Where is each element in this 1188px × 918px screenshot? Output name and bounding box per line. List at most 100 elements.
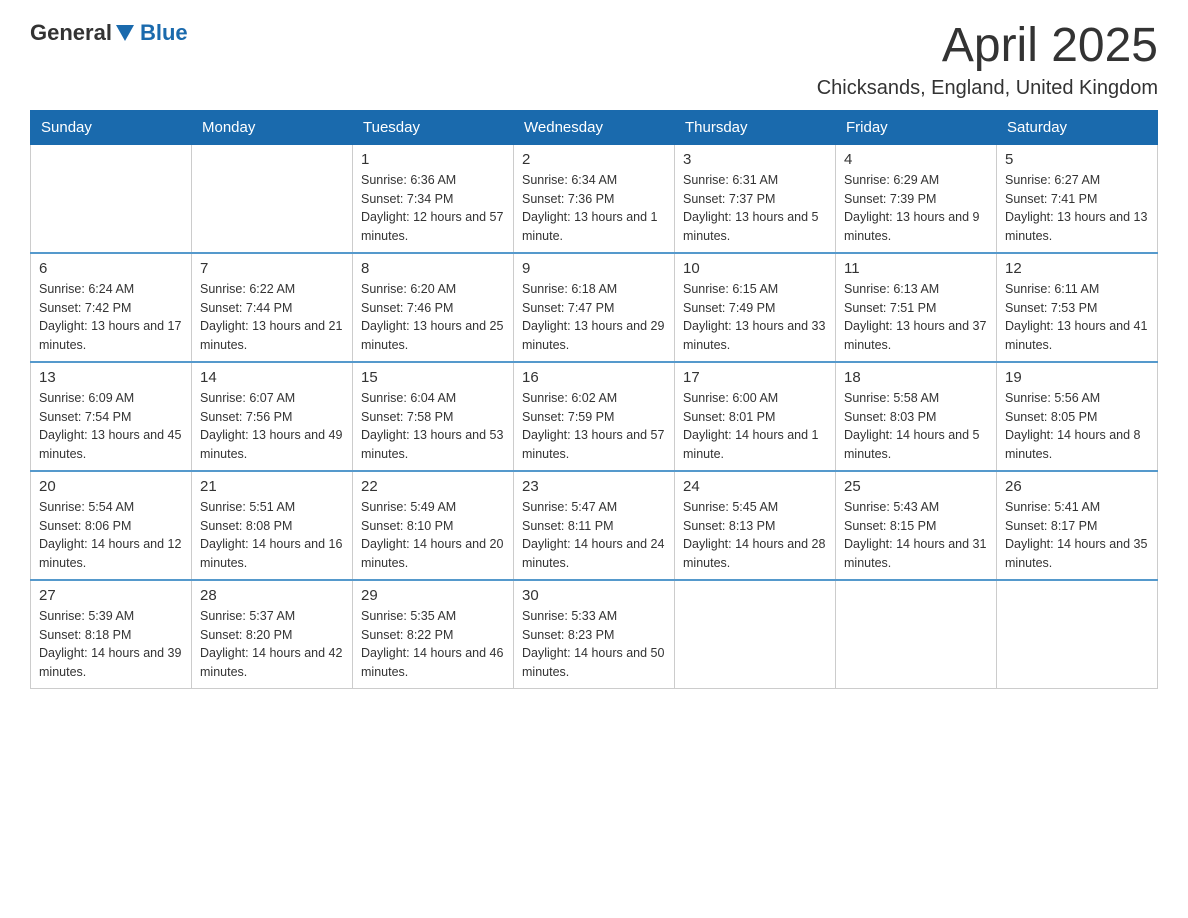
calendar-cell: 16 Sunrise: 6:02 AMSunset: 7:59 PMDayligh… <box>514 362 675 471</box>
calendar-cell: 4Sunrise: 6:29 AMSunset: 7:39 PMDaylight… <box>836 144 997 253</box>
day-number: 27 <box>39 587 183 604</box>
day-detail: Sunrise: 6:15 AMSunset: 7:49 PMDaylight:… <box>683 280 827 355</box>
day-detail: Sunrise: 6:31 AMSunset: 7:37 PMDaylight:… <box>683 171 827 246</box>
calendar-cell: 2 Sunrise: 6:34 AMSunset: 7:36 PMDaylight… <box>514 144 675 253</box>
day-detail: Sunrise: 5:41 AMSunset: 8:17 PMDaylight:… <box>1005 498 1149 573</box>
calendar-cell: 27 Sunrise: 5:39 AMSunset: 8:18 PMDayligh… <box>31 580 192 689</box>
calendar-cell: 26 Sunrise: 5:41 AMSunset: 8:17 PMDayligh… <box>997 471 1158 580</box>
calendar-cell <box>192 144 353 253</box>
day-number: 28 <box>200 587 344 604</box>
day-detail: Sunrise: 6:00 AMSunset: 8:01 PMDaylight:… <box>683 389 827 464</box>
day-detail: Sunrise: 6:34 AMSunset: 7:36 PMDaylight:… <box>522 171 666 246</box>
day-number: 26 <box>1005 478 1149 495</box>
calendar-cell: 20 Sunrise: 5:54 AMSunset: 8:06 PMDayligh… <box>31 471 192 580</box>
logo: General Blue <box>30 20 188 46</box>
calendar-cell: 17 Sunrise: 6:00 AMSunset: 8:01 PMDayligh… <box>675 362 836 471</box>
day-detail: Sunrise: 6:22 AMSunset: 7:44 PMDaylight:… <box>200 280 344 355</box>
day-number: 18 <box>844 369 988 386</box>
day-number: 17 <box>683 369 827 386</box>
calendar-cell: 8 Sunrise: 6:20 AMSunset: 7:46 PMDaylight… <box>353 253 514 362</box>
calendar-cell: 24Sunrise: 5:45 AMSunset: 8:13 PMDayligh… <box>675 471 836 580</box>
day-detail: Sunrise: 6:02 AMSunset: 7:59 PMDaylight:… <box>522 389 666 464</box>
calendar-header-row: SundayMondayTuesdayWednesdayThursdayFrid… <box>31 110 1158 144</box>
calendar-cell: 5Sunrise: 6:27 AMSunset: 7:41 PMDaylight… <box>997 144 1158 253</box>
calendar-cell: 14 Sunrise: 6:07 AMSunset: 7:56 PMDayligh… <box>192 362 353 471</box>
day-detail: Sunrise: 6:09 AMSunset: 7:54 PMDaylight:… <box>39 389 183 464</box>
calendar-cell: 25 Sunrise: 5:43 AMSunset: 8:15 PMDayligh… <box>836 471 997 580</box>
calendar-cell: 15Sunrise: 6:04 AMSunset: 7:58 PMDayligh… <box>353 362 514 471</box>
calendar-cell: 29Sunrise: 5:35 AMSunset: 8:22 PMDayligh… <box>353 580 514 689</box>
calendar-cell: 19Sunrise: 5:56 AMSunset: 8:05 PMDayligh… <box>997 362 1158 471</box>
day-detail: Sunrise: 5:47 AMSunset: 8:11 PMDaylight:… <box>522 498 666 573</box>
calendar-table: SundayMondayTuesdayWednesdayThursdayFrid… <box>30 110 1158 689</box>
calendar-cell: 28 Sunrise: 5:37 AMSunset: 8:20 PMDayligh… <box>192 580 353 689</box>
day-detail: Sunrise: 6:27 AMSunset: 7:41 PMDaylight:… <box>1005 171 1149 246</box>
calendar-cell: 10 Sunrise: 6:15 AMSunset: 7:49 PMDayligh… <box>675 253 836 362</box>
day-number: 1 <box>361 151 505 168</box>
day-number: 22 <box>361 478 505 495</box>
day-number: 4 <box>844 151 988 168</box>
day-number: 16 <box>522 369 666 386</box>
day-detail: Sunrise: 5:33 AMSunset: 8:23 PMDaylight:… <box>522 607 666 682</box>
day-number: 2 <box>522 151 666 168</box>
day-detail: Sunrise: 6:24 AMSunset: 7:42 PMDaylight:… <box>39 280 183 355</box>
weekday-header: Saturday <box>997 110 1158 144</box>
calendar-cell: 30Sunrise: 5:33 AMSunset: 8:23 PMDayligh… <box>514 580 675 689</box>
calendar-cell: 12 Sunrise: 6:11 AMSunset: 7:53 PMDayligh… <box>997 253 1158 362</box>
logo-blue-text: Blue <box>140 20 188 46</box>
day-detail: Sunrise: 5:35 AMSunset: 8:22 PMDaylight:… <box>361 607 505 682</box>
calendar-cell <box>31 144 192 253</box>
day-detail: Sunrise: 6:20 AMSunset: 7:46 PMDaylight:… <box>361 280 505 355</box>
page-header: General Blue April 2025 Chicksands, Engl… <box>30 20 1158 100</box>
day-detail: Sunrise: 5:56 AMSunset: 8:05 PMDaylight:… <box>1005 389 1149 464</box>
day-detail: Sunrise: 5:37 AMSunset: 8:20 PMDaylight:… <box>200 607 344 682</box>
day-detail: Sunrise: 5:54 AMSunset: 8:06 PMDaylight:… <box>39 498 183 573</box>
weekday-header: Thursday <box>675 110 836 144</box>
day-number: 9 <box>522 260 666 277</box>
weekday-header: Wednesday <box>514 110 675 144</box>
calendar-cell: 3 Sunrise: 6:31 AMSunset: 7:37 PMDaylight… <box>675 144 836 253</box>
day-number: 23 <box>522 478 666 495</box>
day-detail: Sunrise: 6:11 AMSunset: 7:53 PMDaylight:… <box>1005 280 1149 355</box>
day-detail: Sunrise: 5:39 AMSunset: 8:18 PMDaylight:… <box>39 607 183 682</box>
day-number: 14 <box>200 369 344 386</box>
day-number: 8 <box>361 260 505 277</box>
day-number: 21 <box>200 478 344 495</box>
calendar-cell: 9Sunrise: 6:18 AMSunset: 7:47 PMDaylight… <box>514 253 675 362</box>
day-number: 10 <box>683 260 827 277</box>
logo-general-text: General <box>30 20 112 46</box>
day-detail: Sunrise: 5:43 AMSunset: 8:15 PMDaylight:… <box>844 498 988 573</box>
month-title: April 2025 <box>817 20 1158 73</box>
calendar-cell: 7 Sunrise: 6:22 AMSunset: 7:44 PMDaylight… <box>192 253 353 362</box>
weekday-header: Tuesday <box>353 110 514 144</box>
day-number: 15 <box>361 369 505 386</box>
calendar-cell: 22Sunrise: 5:49 AMSunset: 8:10 PMDayligh… <box>353 471 514 580</box>
weekday-header: Sunday <box>31 110 192 144</box>
calendar-cell: 11Sunrise: 6:13 AMSunset: 7:51 PMDayligh… <box>836 253 997 362</box>
day-number: 13 <box>39 369 183 386</box>
day-number: 11 <box>844 260 988 277</box>
calendar-week-row: 27 Sunrise: 5:39 AMSunset: 8:18 PMDayligh… <box>31 580 1158 689</box>
day-number: 7 <box>200 260 344 277</box>
title-block: April 2025 Chicksands, England, United K… <box>817 20 1158 100</box>
calendar-week-row: 20 Sunrise: 5:54 AMSunset: 8:06 PMDayligh… <box>31 471 1158 580</box>
calendar-week-row: 13 Sunrise: 6:09 AMSunset: 7:54 PMDayligh… <box>31 362 1158 471</box>
day-detail: Sunrise: 5:45 AMSunset: 8:13 PMDaylight:… <box>683 498 827 573</box>
calendar-cell <box>997 580 1158 689</box>
day-number: 25 <box>844 478 988 495</box>
day-detail: Sunrise: 6:07 AMSunset: 7:56 PMDaylight:… <box>200 389 344 464</box>
day-number: 12 <box>1005 260 1149 277</box>
calendar-cell: 6 Sunrise: 6:24 AMSunset: 7:42 PMDaylight… <box>31 253 192 362</box>
calendar-cell <box>836 580 997 689</box>
day-detail: Sunrise: 5:58 AMSunset: 8:03 PMDaylight:… <box>844 389 988 464</box>
day-detail: Sunrise: 5:51 AMSunset: 8:08 PMDaylight:… <box>200 498 344 573</box>
calendar-week-row: 1 Sunrise: 6:36 AMSunset: 7:34 PMDaylight… <box>31 144 1158 253</box>
calendar-week-row: 6 Sunrise: 6:24 AMSunset: 7:42 PMDaylight… <box>31 253 1158 362</box>
day-detail: Sunrise: 6:36 AMSunset: 7:34 PMDaylight:… <box>361 171 505 246</box>
calendar-cell: 13 Sunrise: 6:09 AMSunset: 7:54 PMDayligh… <box>31 362 192 471</box>
day-number: 3 <box>683 151 827 168</box>
day-number: 20 <box>39 478 183 495</box>
calendar-cell <box>675 580 836 689</box>
calendar-cell: 1 Sunrise: 6:36 AMSunset: 7:34 PMDaylight… <box>353 144 514 253</box>
day-number: 6 <box>39 260 183 277</box>
